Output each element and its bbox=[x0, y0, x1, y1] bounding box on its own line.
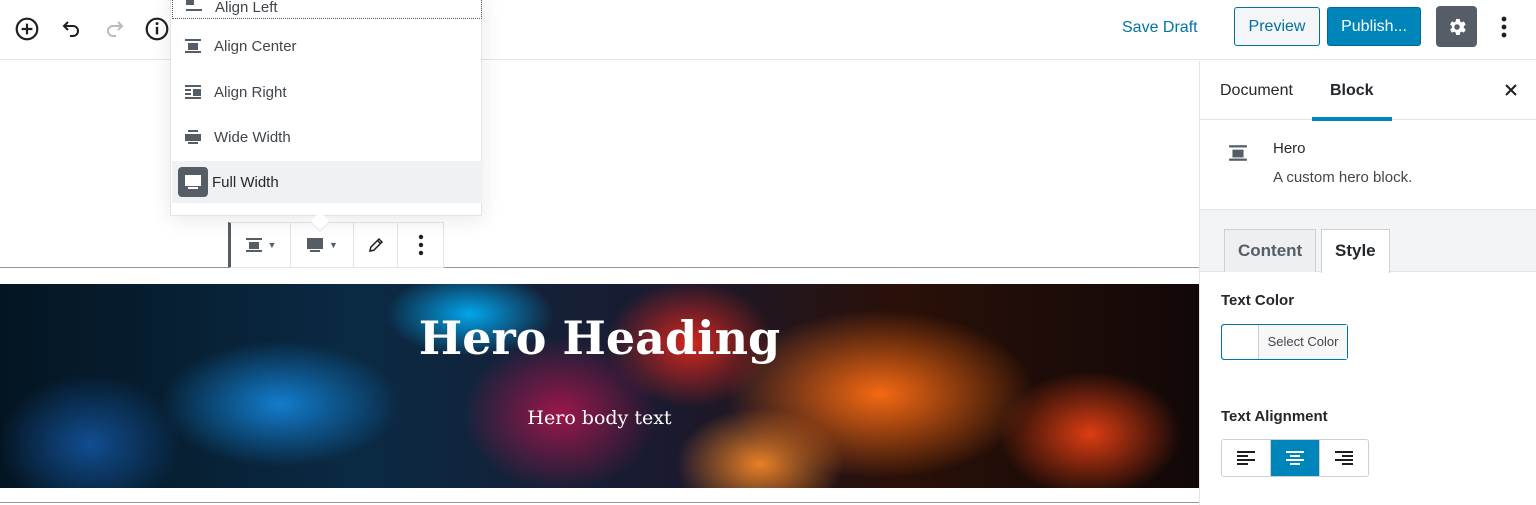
block-alignment-button[interactable]: ▼ bbox=[231, 223, 291, 267]
gear-icon bbox=[1449, 18, 1466, 35]
menu-item-label: Wide Width bbox=[214, 128, 291, 146]
vertical-ellipsis-icon bbox=[418, 234, 423, 256]
menu-item-align-left[interactable]: Align Left bbox=[172, 0, 482, 19]
close-sidebar-button[interactable] bbox=[1500, 79, 1522, 101]
align-full-width-icon bbox=[307, 238, 324, 252]
tab-block[interactable]: Block bbox=[1312, 61, 1392, 121]
text-color-label: Text Color bbox=[1221, 292, 1295, 309]
menu-item-align-center[interactable]: Align Center bbox=[172, 25, 482, 67]
info-icon bbox=[145, 17, 169, 41]
block-card: Hero A custom hero block. bbox=[1200, 120, 1536, 210]
settings-button[interactable] bbox=[1436, 6, 1477, 47]
tab-content[interactable]: Content bbox=[1224, 229, 1317, 272]
menu-item-label: Align Right bbox=[214, 83, 287, 101]
select-color-label[interactable]: Select Color bbox=[1259, 325, 1347, 359]
settings-sidebar: Document Block Hero A custom hero block.… bbox=[1199, 61, 1536, 505]
align-center-icon bbox=[1228, 144, 1248, 167]
block-title: Hero bbox=[1273, 140, 1306, 157]
align-text-right-button[interactable] bbox=[1320, 440, 1368, 476]
info-button[interactable] bbox=[140, 12, 174, 46]
align-center-icon bbox=[182, 35, 204, 57]
block-description: A custom hero block. bbox=[1273, 169, 1413, 186]
menu-item-full-width[interactable]: Full Width bbox=[172, 161, 482, 203]
block-toolbar: ▼ ▼ bbox=[228, 222, 444, 268]
align-right-icon bbox=[182, 81, 204, 103]
sidebar-tabs: Document Block bbox=[1200, 61, 1536, 121]
plus-circle-icon bbox=[15, 17, 39, 41]
caret-down-icon: ▼ bbox=[329, 240, 338, 250]
align-full-width-icon bbox=[178, 167, 208, 197]
block-divider-bottom bbox=[0, 502, 1199, 503]
align-center-icon bbox=[245, 238, 262, 252]
align-left-icon bbox=[183, 0, 205, 16]
redo-button[interactable] bbox=[98, 12, 132, 46]
color-picker-button[interactable]: Select Color bbox=[1221, 324, 1348, 360]
vertical-ellipsis-icon bbox=[1501, 16, 1507, 38]
hero-heading[interactable]: Hero Heading bbox=[0, 310, 1199, 366]
menu-item-wide-width[interactable]: Wide Width bbox=[172, 116, 482, 158]
preview-button[interactable]: Preview bbox=[1234, 7, 1320, 46]
more-tools-button[interactable] bbox=[1490, 10, 1518, 44]
alignment-dropdown-menu: Align Left Align Center Align Right Wide… bbox=[170, 0, 482, 216]
undo-button[interactable] bbox=[54, 12, 88, 46]
block-settings-tabs: Content Style bbox=[1200, 210, 1536, 273]
pencil-icon bbox=[368, 237, 383, 252]
redo-icon bbox=[107, 21, 124, 37]
text-alignment-toolbar bbox=[1221, 439, 1369, 477]
caret-down-icon: ▼ bbox=[267, 240, 277, 250]
close-icon bbox=[1505, 84, 1517, 96]
block-divider bbox=[0, 267, 1199, 268]
hero-body-text[interactable]: Hero body text bbox=[0, 405, 1199, 431]
add-block-button[interactable] bbox=[10, 12, 44, 46]
publish-button[interactable]: Publish... bbox=[1327, 7, 1421, 46]
align-text-center-button[interactable] bbox=[1271, 440, 1320, 476]
tab-style[interactable]: Style bbox=[1321, 229, 1390, 273]
align-center-text-icon bbox=[1286, 451, 1304, 465]
menu-item-align-right[interactable]: Align Right bbox=[172, 71, 482, 113]
menu-item-label: Align Center bbox=[214, 37, 297, 55]
edit-button[interactable] bbox=[354, 223, 398, 267]
align-left-text-icon bbox=[1237, 451, 1255, 465]
block-more-options-button[interactable] bbox=[398, 223, 443, 267]
align-right-text-icon bbox=[1335, 451, 1353, 465]
align-wide-icon bbox=[182, 126, 204, 148]
undo-icon bbox=[62, 21, 79, 37]
tab-document[interactable]: Document bbox=[1220, 61, 1293, 120]
full-width-button[interactable]: ▼ bbox=[291, 223, 354, 267]
menu-item-label: Align Left bbox=[215, 0, 278, 16]
text-alignment-label: Text Alignment bbox=[1221, 408, 1328, 425]
save-draft-button[interactable]: Save Draft bbox=[1122, 16, 1198, 40]
menu-item-label: Full Width bbox=[212, 173, 279, 191]
align-text-left-button[interactable] bbox=[1222, 440, 1271, 476]
color-swatch[interactable] bbox=[1222, 325, 1259, 359]
